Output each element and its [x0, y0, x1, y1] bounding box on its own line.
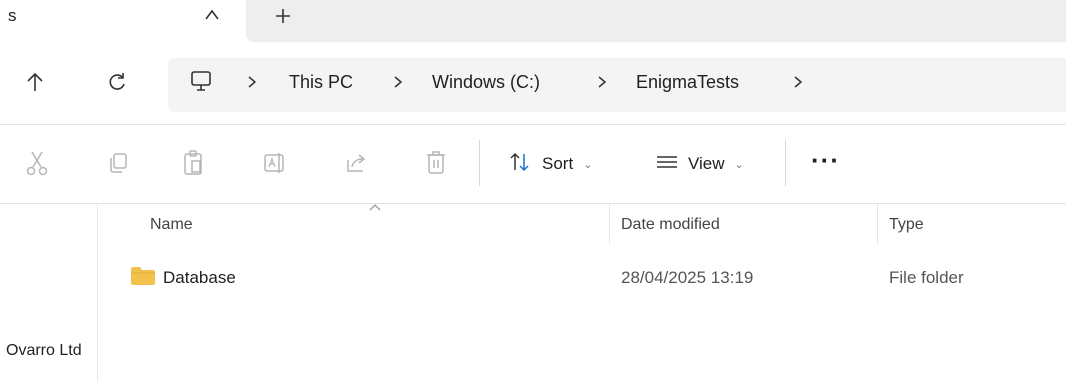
sort-label: Sort — [542, 154, 574, 173]
folder-icon — [130, 266, 156, 286]
tab-title[interactable]: s — [8, 6, 17, 26]
copy-icon[interactable] — [105, 148, 131, 178]
navigation-pane-divider[interactable] — [97, 204, 98, 382]
this-pc-icon[interactable] — [188, 68, 214, 94]
column-header-name[interactable]: Name — [150, 216, 193, 234]
chevron-down-icon: ⌄ — [583, 158, 593, 171]
view-label: View — [688, 154, 725, 173]
tab-strip: s — [0, 0, 1066, 44]
column-divider[interactable] — [877, 204, 878, 244]
breadcrumb-enigmatests[interactable]: EnigmaTests — [636, 72, 739, 93]
command-bar-divider — [479, 140, 480, 186]
column-divider[interactable] — [609, 204, 610, 244]
breadcrumb-this-pc[interactable]: This PC — [289, 72, 353, 93]
rename-icon[interactable] — [262, 148, 288, 178]
breadcrumb-expand-icon[interactable] — [792, 75, 804, 89]
breadcrumb-separator-icon[interactable] — [596, 75, 608, 89]
cut-icon[interactable] — [24, 148, 50, 178]
breadcrumb-windows-c[interactable]: Windows (C:) — [432, 72, 540, 93]
delete-icon[interactable] — [423, 148, 449, 178]
command-bar-divider — [785, 140, 786, 186]
up-arrow-icon[interactable] — [25, 70, 45, 94]
breadcrumb-separator-icon[interactable] — [246, 75, 258, 89]
view-icon — [654, 151, 680, 178]
file-date-modified: 28/04/2025 13:19 — [621, 268, 754, 287]
column-header-type[interactable]: Type — [889, 216, 924, 234]
new-tab-icon[interactable] — [272, 6, 294, 26]
sort-button[interactable]: Sort ⌄ — [508, 148, 592, 180]
sort-icon — [508, 151, 534, 178]
more-icon[interactable]: ··· — [811, 147, 840, 173]
paste-icon[interactable] — [181, 148, 207, 178]
command-bar-divider-bottom — [0, 203, 1066, 204]
chevron-up-icon — [368, 198, 382, 211]
address-bar-divider — [0, 124, 1066, 125]
breadcrumb-separator-icon[interactable] — [392, 75, 404, 89]
column-header-date-modified[interactable]: Date modified — [621, 216, 720, 234]
tab-strip-background — [246, 0, 1066, 42]
file-name[interactable]: Database — [163, 268, 236, 288]
share-icon[interactable] — [344, 148, 370, 178]
close-tab-icon[interactable] — [201, 6, 223, 24]
view-button[interactable]: View ⌄ — [654, 148, 744, 180]
file-type: File folder — [889, 268, 964, 287]
chevron-down-icon: ⌄ — [734, 158, 744, 171]
refresh-icon[interactable] — [106, 70, 128, 94]
navigation-item[interactable]: Ovarro Ltd — [6, 342, 94, 360]
